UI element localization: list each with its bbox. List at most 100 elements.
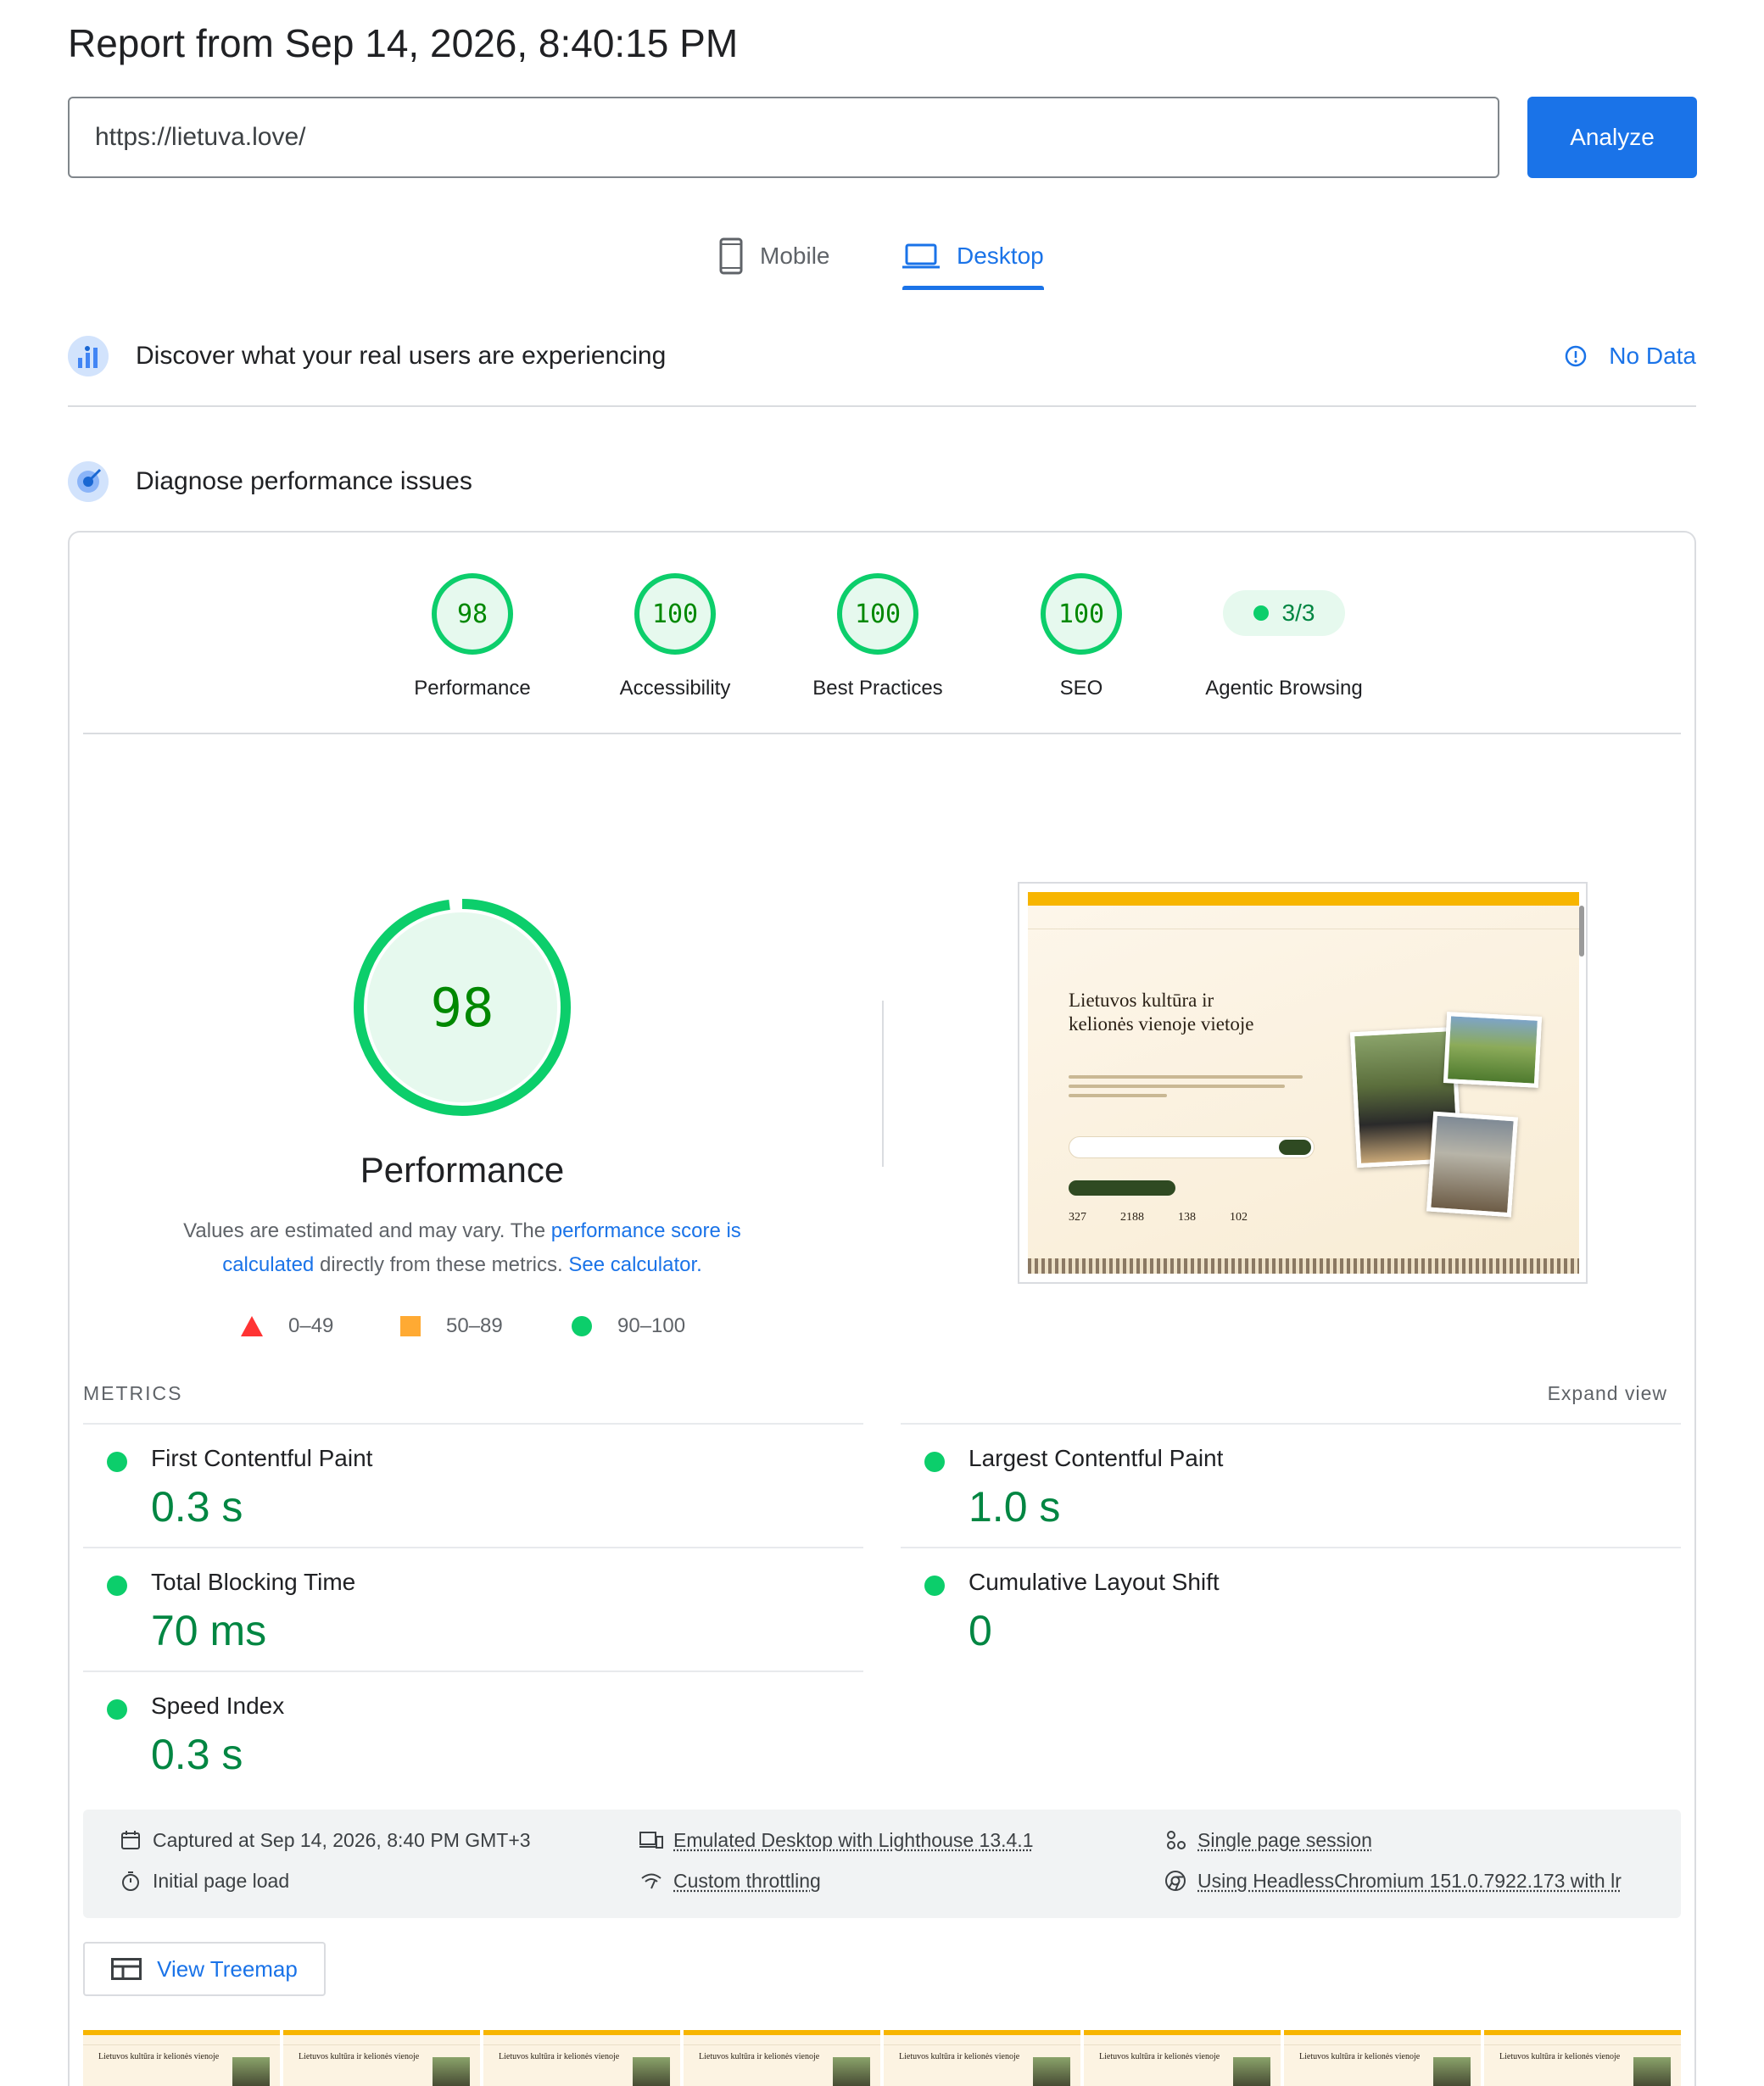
- device-tabs: Mobile Desktop: [0, 222, 1764, 290]
- no-data-label: No Data: [1609, 343, 1696, 369]
- runtime-settings: Captured at Sep 14, 2026, 8:40 PM GMT+3 …: [83, 1810, 1681, 1918]
- screenshot-banner: [1028, 892, 1579, 906]
- fail-triangle-icon: [241, 1316, 263, 1336]
- signal-icon: [639, 1869, 663, 1893]
- category-seo[interactable]: 100 SEO: [980, 573, 1183, 700]
- metric-cls: Cumulative Layout Shift 0: [901, 1547, 1681, 1670]
- screenshot-page: Lietuvos kultūra ir kelionės vienoje vie…: [1028, 906, 1579, 1274]
- pass-dot-icon: [924, 1452, 945, 1472]
- field-data-header: Discover what your real users are experi…: [68, 331, 1696, 382]
- filmstrip-frame: Lietuvos kultūra ir kelionės vienoje: [684, 2030, 880, 2086]
- metric-name: Speed Index: [151, 1693, 285, 1719]
- seo-score-gauge: 100: [1041, 573, 1122, 655]
- screenshot-stat: 138: [1178, 1211, 1196, 1224]
- filmstrip: Lietuvos kultūra ir kelionės vienoje Lie…: [83, 2030, 1681, 2086]
- emulated-device[interactable]: Emulated Desktop with Lighthouse 13.4.1: [639, 1828, 1034, 1852]
- filmstrip-frame: Lietuvos kultūra ir kelionės vienoje: [483, 2030, 680, 2086]
- initial-page-load-text: Initial page load: [153, 1869, 290, 1892]
- performance-description: Values are estimated and may vary. The p…: [148, 1214, 776, 1282]
- see-calculator-link[interactable]: See calculator.: [568, 1253, 701, 1276]
- screenshot-stats: 327 2188 138 102: [1069, 1211, 1248, 1224]
- metric-value: 0: [969, 1607, 992, 1654]
- custom-throttling-text: Custom throttling: [673, 1869, 821, 1892]
- view-treemap-label: View Treemap: [157, 1955, 298, 1982]
- screenshot-scrollbar: [1579, 906, 1584, 957]
- metric-name: First Contentful Paint: [151, 1445, 373, 1471]
- legend-pass-range: 90–100: [617, 1314, 686, 1337]
- agentic-browsing-pill: 3/3: [1223, 590, 1345, 636]
- url-input[interactable]: [68, 97, 1499, 178]
- card-divider: [83, 733, 1681, 734]
- metric-value: 70 ms: [151, 1607, 267, 1654]
- custom-throttling[interactable]: Custom throttling: [639, 1869, 821, 1893]
- captured-at-text: Captured at Sep 14, 2026, 8:40 PM GMT+3: [153, 1828, 531, 1851]
- performance-big-score: 98: [430, 976, 494, 1039]
- pass-dot-icon: [107, 1452, 127, 1472]
- metric-value: 0.3 s: [151, 1483, 243, 1531]
- performance-title: Performance: [360, 1150, 565, 1190]
- filmstrip-frame-heading: Lietuvos kultūra ir kelionės vienoje: [299, 2052, 420, 2061]
- pass-circle-icon: [572, 1316, 592, 1336]
- best-practices-score-gauge: 100: [837, 573, 918, 655]
- diagnose-title: Diagnose performance issues: [136, 467, 472, 495]
- metric-speed-index: Speed Index 0.3 s: [83, 1670, 863, 1794]
- desc-middle: directly from these metrics.: [314, 1253, 569, 1276]
- category-best-practices[interactable]: 100 Best Practices: [776, 573, 980, 700]
- tab-desktop[interactable]: Desktop: [902, 222, 1044, 290]
- no-data-link[interactable]: No Data: [1565, 331, 1696, 382]
- single-page-session[interactable]: Single page session: [1164, 1828, 1372, 1852]
- filmstrip-frame-heading: Lietuvos kultūra ir kelionės vienoje: [499, 2052, 620, 2061]
- accessibility-label: Accessibility: [619, 677, 731, 700]
- info-icon: [1566, 345, 1587, 367]
- metric-name: Largest Contentful Paint: [969, 1445, 1224, 1471]
- chrome-icon: [1164, 1869, 1187, 1893]
- filmstrip-frame-heading: Lietuvos kultūra ir kelionės vienoje: [1099, 2052, 1220, 2061]
- tab-mobile-label: Mobile: [760, 243, 830, 269]
- expand-view-toggle[interactable]: Expand view: [1548, 1382, 1667, 1405]
- pass-dot-icon: [107, 1576, 127, 1596]
- pass-dot-icon: [924, 1576, 945, 1596]
- laptop-icon: [902, 243, 940, 269]
- active-tab-indicator: [902, 286, 1044, 290]
- screenshot-stat: 102: [1230, 1211, 1248, 1224]
- screenshot-photo: [1443, 1012, 1543, 1088]
- seo-label: SEO: [1059, 677, 1103, 700]
- analyze-button[interactable]: Analyze: [1527, 97, 1697, 178]
- metric-value: 0.3 s: [151, 1731, 243, 1778]
- screenshot-stat: 2188: [1120, 1211, 1144, 1224]
- screenshot-search: [1069, 1136, 1315, 1158]
- screenshot-photo: [1426, 1111, 1518, 1218]
- metric-name: Cumulative Layout Shift: [969, 1569, 1220, 1595]
- treemap-icon: [111, 1958, 142, 1980]
- screenshot-ornament: [1028, 1258, 1579, 1274]
- final-screenshot[interactable]: Lietuvos kultūra ir kelionės vienoje vie…: [1018, 882, 1588, 1284]
- phone-icon: [719, 237, 743, 275]
- metric-tbt: Total Blocking Time 70 ms: [83, 1547, 863, 1670]
- legend-fail: 0–49: [241, 1314, 333, 1338]
- desc-prefix: Values are estimated and may vary. The: [183, 1219, 551, 1242]
- legend-average-range: 50–89: [446, 1314, 503, 1337]
- captured-at: Captured at Sep 14, 2026, 8:40 PM GMT+3: [119, 1828, 531, 1852]
- category-agentic-browsing[interactable]: 3/3 Agentic Browsing: [1182, 573, 1386, 700]
- performance-score-gauge: 98: [432, 573, 513, 655]
- tab-mobile[interactable]: Mobile: [719, 222, 829, 290]
- tab-desktop-label: Desktop: [957, 243, 1044, 269]
- view-treemap-button[interactable]: View Treemap: [83, 1942, 326, 1996]
- users-chart-icon: [68, 336, 109, 376]
- browser-version[interactable]: Using HeadlessChromium 151.0.7922.173 wi…: [1164, 1869, 1622, 1893]
- metric-fcp: First Contentful Paint 0.3 s: [83, 1423, 863, 1547]
- session-icon: [1164, 1828, 1187, 1852]
- agentic-browsing-label: Agentic Browsing: [1205, 677, 1363, 700]
- report-title: Report from Sep 14, 2026, 8:40:15 PM: [68, 21, 739, 65]
- category-performance[interactable]: 98 Performance: [371, 573, 574, 700]
- field-data-title: Discover what your real users are experi…: [136, 342, 667, 370]
- filmstrip-frame: Lietuvos kultūra ir kelionės vienoje: [1284, 2030, 1481, 2086]
- timer-icon: [119, 1869, 142, 1893]
- category-accessibility[interactable]: 100 Accessibility: [573, 573, 777, 700]
- filmstrip-frame-heading: Lietuvos kultūra ir kelionės vienoje: [899, 2052, 1020, 2061]
- metric-value: 1.0 s: [969, 1483, 1061, 1531]
- legend-fail-range: 0–49: [288, 1314, 334, 1337]
- filmstrip-frame: Lietuvos kultūra ir kelionės vienoje: [1484, 2030, 1681, 2086]
- filmstrip-frame: Lietuvos kultūra ir kelionės vienoje: [283, 2030, 480, 2086]
- best-practices-label: Best Practices: [812, 677, 943, 700]
